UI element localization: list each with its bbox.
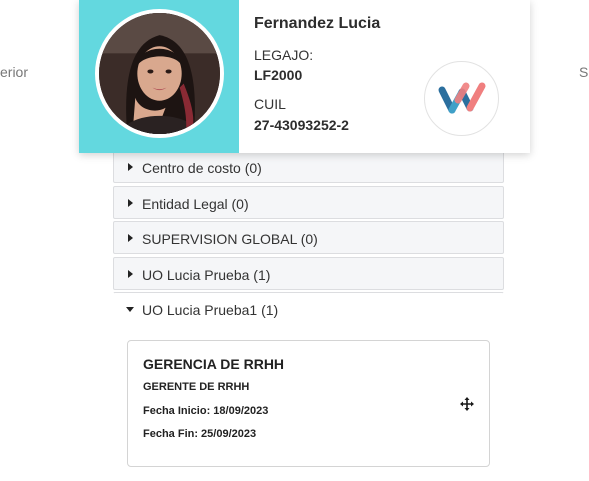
group-entidad-legal[interactable]: Entidad Legal (0) [113,186,504,219]
chevron-down-icon [126,307,134,312]
position-start-date: Fecha Inicio: 18/09/2023 [143,405,269,417]
cuil-value: 27-43093252-2 [254,117,349,133]
cuil-label: CUIL [254,96,286,112]
legajo-label: LEGAJO: [254,47,314,63]
move-icon[interactable] [460,397,474,411]
chevron-right-icon [128,199,133,207]
group-supervision-global[interactable]: SUPERVISION GLOBAL (0) [113,221,504,254]
group-label: UO Lucia Prueba (1) [142,267,271,283]
group-label: UO Lucia Prueba1 (1) [142,302,279,318]
logo-icon [438,82,486,114]
employee-card: Fernandez Lucia LEGAJO: LF2000 CUIL 27-4… [79,0,530,153]
profile-photo [99,13,220,134]
avatar [95,9,224,138]
chevron-right-icon [128,163,133,171]
prev-tab-label[interactable]: erior [0,64,28,80]
next-tab-label[interactable]: Si [579,64,589,80]
position-title: GERENCIA DE RRHH [143,356,285,372]
photo-panel [79,0,239,153]
chevron-right-icon [128,234,133,242]
group-uo-lucia-prueba[interactable]: UO Lucia Prueba (1) [113,257,504,290]
group-label: Entidad Legal (0) [142,196,249,212]
group-centro-de-costo[interactable]: Centro de costo (0) [113,150,504,183]
position-end-date: Fecha Fin: 25/09/2023 [143,428,257,440]
group-label: Centro de costo (0) [142,160,262,176]
company-logo [424,61,499,136]
position-role: GERENTE DE RRHH [143,381,250,393]
position-card[interactable]: GERENCIA DE RRHH GERENTE DE RRHH Fecha I… [127,340,490,467]
employee-name: Fernandez Lucia [254,15,381,32]
legajo-value: LF2000 [254,67,303,83]
chevron-right-icon [128,270,133,278]
group-uo-lucia-prueba1[interactable]: UO Lucia Prueba1 (1) [113,292,504,325]
group-label: SUPERVISION GLOBAL (0) [142,231,318,247]
